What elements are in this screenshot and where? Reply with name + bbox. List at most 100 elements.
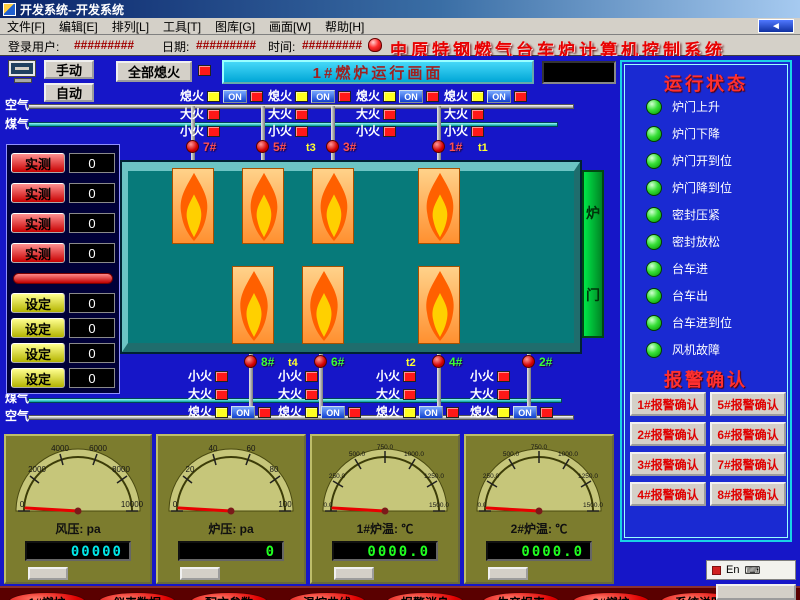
big-fire-label: 大火 xyxy=(188,388,212,401)
burner-label: 3# xyxy=(343,140,356,154)
status-light-icon xyxy=(646,207,662,223)
on-button[interactable]: ON xyxy=(419,406,443,419)
setpoint-row: 设定 0 xyxy=(11,318,115,338)
on-button[interactable]: ON xyxy=(513,406,537,419)
on-button[interactable]: ON xyxy=(231,406,255,419)
burner-off-group: 熄火 ON xyxy=(470,406,553,419)
gauge-led-display: 00000 xyxy=(25,541,131,561)
on-button[interactable]: ON xyxy=(223,90,247,103)
infobar: 登录用户: ######### 日期: ######### 时间: ######… xyxy=(0,35,800,56)
gauge-button[interactable] xyxy=(28,567,68,580)
alarm-confirm-button-4[interactable]: 4#报警确认 xyxy=(630,482,706,506)
measured-button[interactable]: 实测 xyxy=(11,213,65,233)
door-label-top: 炉 xyxy=(586,203,600,223)
big-fire-label: 大火 xyxy=(470,388,494,401)
gas-valve-icon xyxy=(432,355,445,368)
menu-tools[interactable]: 工具[T] xyxy=(156,18,208,35)
setpoint-button[interactable]: 设定 xyxy=(11,343,65,363)
burner-label: 7# xyxy=(203,140,216,154)
menu-help[interactable]: 帮助[H] xyxy=(318,18,371,35)
status-row: 密封放松 xyxy=(646,233,720,250)
small-fire-label: 小火 xyxy=(444,125,468,138)
small-fire-indicator xyxy=(295,126,308,137)
menu-edit[interactable]: 编辑[E] xyxy=(52,18,105,35)
nav-recipe-params[interactable]: 配方参数 xyxy=(190,592,268,600)
small-fire-indicator xyxy=(383,126,396,137)
alarm-confirm-button-5[interactable]: 5#报警确认 xyxy=(710,392,786,416)
status-panel-title: 运行状态 xyxy=(622,70,790,96)
on-button[interactable]: ON xyxy=(321,406,345,419)
menu-file[interactable]: 文件[F] xyxy=(0,18,52,35)
measured-button[interactable]: 实测 xyxy=(11,153,65,173)
svg-text:100: 100 xyxy=(278,500,292,509)
alarm-confirm-button-8[interactable]: 8#报警确认 xyxy=(710,482,786,506)
auto-button[interactable]: 自动 xyxy=(44,83,94,102)
status-label: 密封放松 xyxy=(672,233,720,250)
alarm-confirm-button-3[interactable]: 3#报警确认 xyxy=(630,452,706,476)
big-fire-indicator xyxy=(305,389,318,400)
status-label: 台车进 xyxy=(672,260,708,277)
big-fire-indicator xyxy=(215,389,228,400)
big-fire-group: 大火 xyxy=(278,388,318,401)
svg-text:8000: 8000 xyxy=(112,465,130,474)
burner-off-group: 熄火 ON xyxy=(268,90,351,103)
small-fire-indicator xyxy=(305,371,318,382)
on-button[interactable]: ON xyxy=(399,90,423,103)
svg-text:250.0: 250.0 xyxy=(483,473,500,480)
gauge-button[interactable] xyxy=(334,567,374,580)
status-label: 炉门下降 xyxy=(672,125,720,142)
alarm-confirm-button-2[interactable]: 2#报警确认 xyxy=(630,422,706,446)
setpoint-button[interactable]: 设定 xyxy=(11,368,65,388)
small-fire-label: 小火 xyxy=(268,125,292,138)
gas-valve-icon xyxy=(186,140,199,153)
computer-icon[interactable] xyxy=(8,60,38,86)
fire-indicator xyxy=(258,407,271,418)
on-button[interactable]: ON xyxy=(311,90,335,103)
menubar: 文件[F] 编辑[E] 排列[L] 工具[T] 图库[G] 画面[W] 帮助[H… xyxy=(0,18,800,35)
menu-library[interactable]: 图库[G] xyxy=(208,18,262,35)
burner-label: 1# xyxy=(449,140,462,154)
menu-screen[interactable]: 画面[W] xyxy=(262,18,318,35)
burner-off-group: 熄火 ON xyxy=(180,90,263,103)
small-fire-group: 小火 xyxy=(278,370,318,383)
gauge-label: 1#炉温: ℃ xyxy=(357,520,414,537)
gauge-button[interactable] xyxy=(488,567,528,580)
alarm-confirm-button-7[interactable]: 7#报警确认 xyxy=(710,452,786,476)
nav-instrument-data[interactable]: 仪表数据 xyxy=(98,592,176,600)
measured-button[interactable]: 实测 xyxy=(11,183,65,203)
nav-production-report[interactable]: 生产报表 xyxy=(482,592,560,600)
status-light-icon xyxy=(646,153,662,169)
nav-temp-curve[interactable]: 温控曲线 xyxy=(288,592,366,600)
manual-button[interactable]: 手动 xyxy=(44,60,94,79)
nav-alarm-messages[interactable]: 报警消息 xyxy=(386,592,464,600)
gauge-led-display: 0000.0 xyxy=(486,541,592,561)
setpoint-button[interactable]: 设定 xyxy=(11,318,65,338)
measured-button[interactable]: 实测 xyxy=(11,243,65,263)
all-extinguish-button[interactable]: 全部熄火 xyxy=(116,61,192,82)
menu-arrange[interactable]: 排列[L] xyxy=(105,18,156,35)
on-button[interactable]: ON xyxy=(487,90,511,103)
burner-off-group: 熄火 ON xyxy=(278,406,361,419)
ime-toolbar[interactable]: En ⌨ xyxy=(706,560,796,580)
setpoint-button[interactable]: 设定 xyxy=(11,293,65,313)
small-fire-indicator xyxy=(403,371,416,382)
svg-text:1250.0: 1250.0 xyxy=(578,473,598,480)
small-fire-indicator xyxy=(215,371,228,382)
burner-off-group: 熄火 ON xyxy=(188,406,271,419)
nav-furnace-2[interactable]: 2#燃炉 xyxy=(572,592,650,600)
alarm-confirm-button-6[interactable]: 6#报警确认 xyxy=(710,422,786,446)
gauge-button[interactable] xyxy=(180,567,220,580)
keyboard-icon[interactable]: ⌨ xyxy=(744,564,760,577)
nav-furnace-1[interactable]: 1#燃炉 xyxy=(8,592,86,600)
status-label: 台车进到位 xyxy=(672,314,732,331)
gauge-panel-wind-pressure: 0 2000 4000 6000 8000 10000 风压: pa 00000 xyxy=(4,434,152,584)
alarm-confirm-button-1[interactable]: 1#报警确认 xyxy=(630,392,706,416)
svg-text:0: 0 xyxy=(173,500,178,509)
svg-text:250.0: 250.0 xyxy=(329,473,346,480)
fire-indicator xyxy=(250,91,263,102)
big-fire-label: 大火 xyxy=(356,108,380,121)
fire-indicator xyxy=(514,91,527,102)
ime-language[interactable]: En xyxy=(726,564,739,576)
setpoint-value: 0 xyxy=(69,318,115,338)
bottom-nav-bar: 1#燃炉 仪表数据 配方参数 温控曲线 报警消息 生产报表 2#燃炉 系统说明 xyxy=(0,586,800,600)
